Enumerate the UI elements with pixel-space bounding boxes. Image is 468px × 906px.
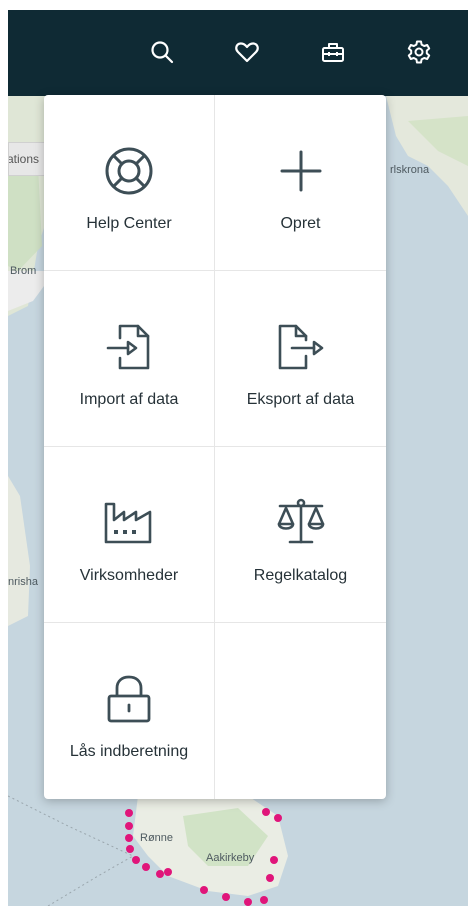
menu-item-export[interactable]: Eksport af data [215,271,386,447]
map-label-simrishamn: nrisha [8,576,38,588]
menu-item-virksomheder[interactable]: Virksomheder [44,447,215,623]
menu-item-label: Opret [280,215,321,232]
gear-icon[interactable] [404,37,434,67]
import-file-icon [101,319,157,375]
plus-icon [273,143,329,199]
menu-item-label: Lås indberetning [69,743,189,760]
menu-empty-cell [215,623,386,799]
menu-item-laas-indberetning[interactable]: Lås indberetning [44,623,215,799]
top-navigation-bar [8,10,468,96]
scales-icon [273,495,329,551]
menu-item-label: Virksomheder [79,567,179,584]
menu-item-label: Import af data [79,391,179,408]
map-label-karlskrona: rlskrona [390,164,430,176]
export-file-icon [273,319,329,375]
menu-item-label: Help Center [86,215,172,232]
heart-icon[interactable] [232,37,262,67]
search-icon[interactable] [147,37,177,67]
lifebuoy-icon [101,143,157,199]
map-label-ronne: Rønne [140,832,174,844]
menu-item-help-center[interactable]: Help Center [44,95,215,271]
menu-item-regelkatalog[interactable]: Regelkatalog [215,447,386,623]
tools-menu: Help Center Opret Import af data Eksport… [44,95,386,799]
toolbox-icon[interactable] [318,37,348,67]
menu-item-label: Eksport af data [246,391,355,408]
map-search-chip[interactable]: ations [8,142,48,176]
factory-icon [101,495,157,551]
map-label-bromolla: Brom [10,265,37,277]
menu-item-import[interactable]: Import af data [44,271,215,447]
menu-item-opret[interactable]: Opret [215,95,386,271]
lock-icon [101,671,157,727]
map-label-aakirkeby: Aakirkeby [206,852,255,864]
menu-item-label: Regelkatalog [253,567,348,584]
